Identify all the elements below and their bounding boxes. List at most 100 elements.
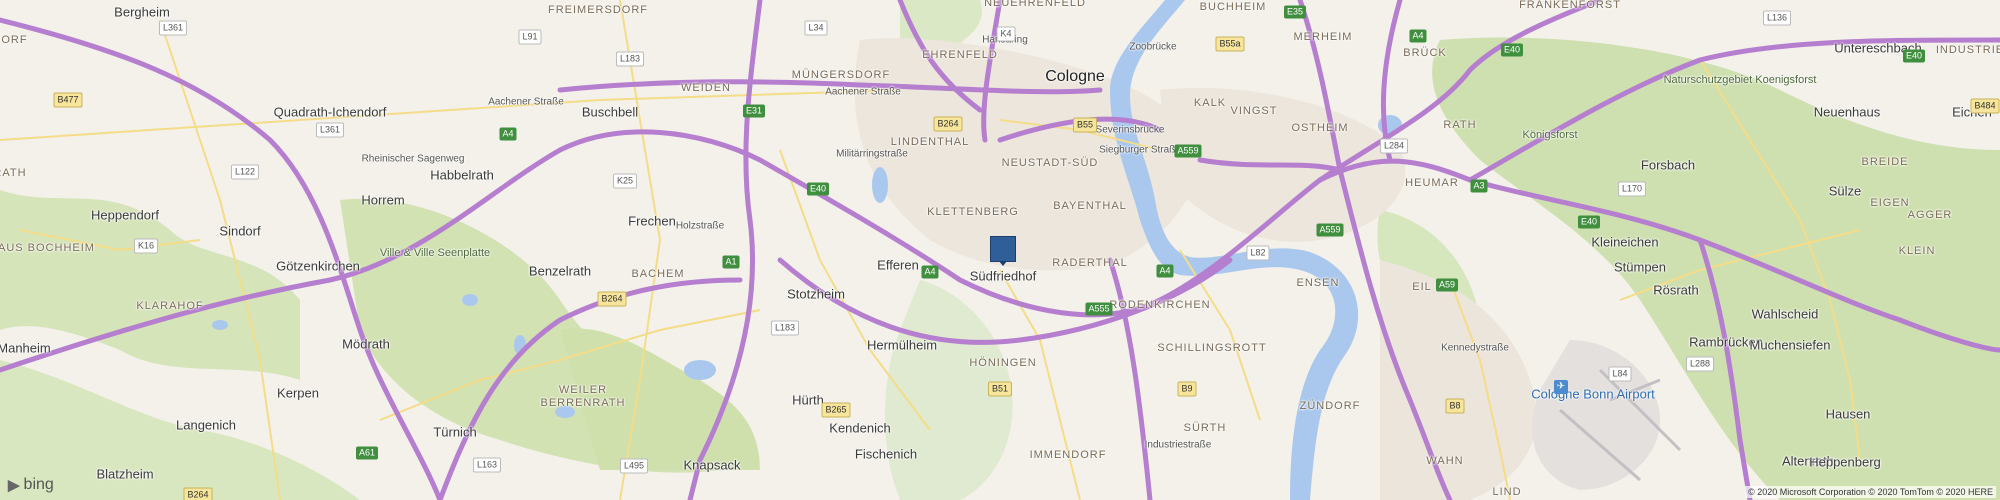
map-label-district: WEIDEN <box>681 82 731 94</box>
road-shield: L288 <box>1685 356 1715 372</box>
road-shield: L91 <box>518 29 542 45</box>
map-label-lbl: Mödrath <box>342 336 390 352</box>
map-label-lbl: Forsbach <box>1640 157 1696 173</box>
road-shield: K4 <box>996 26 1016 42</box>
road-shield: B51 <box>987 381 1013 397</box>
road-shield: A559 <box>1174 144 1202 158</box>
map-label-lbl: Hermülheim <box>866 337 938 353</box>
map-label-district: FREIMERSDORF <box>548 4 648 16</box>
road-shield: B9 <box>1177 381 1197 397</box>
road-shield: L82 <box>1246 245 1270 261</box>
map-label-lbl: Horrem <box>361 192 405 208</box>
road-shield: L284 <box>1379 138 1409 154</box>
map-label-district: BACHEM <box>631 268 685 280</box>
map-label-district: NEUSTADT-SÜD <box>1001 157 1099 169</box>
map-label-lbl: Kendenich <box>829 420 891 436</box>
map-label-lbl: Stümpen <box>1613 259 1667 275</box>
road-shield: A4 <box>1409 29 1427 43</box>
road-shield: B264 <box>933 116 963 132</box>
road-shield: B264 <box>183 487 213 500</box>
copyright-notice: © 2020 Microsoft Corporation © 2020 TomT… <box>1745 486 1996 498</box>
road-shield: K25 <box>612 173 638 189</box>
map-label-district: SÜRTH <box>1183 422 1227 434</box>
map-label-lbl: Hürth <box>792 392 824 408</box>
map-label-lbl: Rösrath <box>1653 282 1699 298</box>
map-label-district: AGGER <box>1907 209 1953 221</box>
map-label-district: KLEIN <box>1898 245 1936 257</box>
map-label-lbl: Cologne <box>1045 68 1105 85</box>
map-label-district: LIND <box>1492 486 1522 498</box>
map-label-lbl: Kleineichen <box>1591 234 1659 250</box>
road-shield: E40 <box>806 182 830 196</box>
road-shield: L361 <box>158 20 188 36</box>
map-label-district: MÜNGERSDORF <box>791 69 891 81</box>
map-label-street: Rheinischer Sagenweg <box>361 153 465 165</box>
road-shield: L34 <box>804 20 828 36</box>
road-shield: A555 <box>1085 302 1113 316</box>
road-shield: B264 <box>597 291 627 307</box>
map-label-lbl: Quadrath-Ichendorf <box>273 104 387 120</box>
bing-logo-text: bing <box>23 476 54 493</box>
map-label-district: DORF <box>0 34 28 46</box>
road-shield: L361 <box>315 122 345 138</box>
map-label-district: EHRENFELD <box>922 49 998 61</box>
map-label-street: Aachener Straße <box>488 96 564 108</box>
map-label-street: Siegburger Straße <box>1099 144 1181 156</box>
map-label-district: LINDENTHAL <box>890 136 970 148</box>
map-label-district: OSTHEIM <box>1291 122 1349 134</box>
map-label-street: Zoobrücke <box>1129 41 1177 53</box>
map-label-district: INDUSTRIE <box>1935 44 2000 56</box>
road-shield: A4 <box>1156 264 1174 278</box>
map-label-district: BRÜCK <box>1403 47 1447 59</box>
map-label-lbl: Sindorf <box>219 223 261 239</box>
map-label-district: VINGST <box>1230 105 1278 117</box>
location-pin-icon[interactable] <box>990 236 1016 266</box>
map-label-district: BUCHHEIM <box>1199 1 1267 13</box>
map-label-lbl: Wahlscheid <box>1751 306 1819 322</box>
map-label-lbl: Kerpen <box>277 385 319 401</box>
road-shield: A559 <box>1316 223 1344 237</box>
road-shield: E40 <box>1500 43 1524 57</box>
map-label-district: HEUMAR <box>1405 177 1459 189</box>
map-label-district: ZÜNDORF <box>1299 400 1361 412</box>
map-label-street: Industriestraße <box>1144 439 1212 451</box>
map-label-lbl: Efferen <box>877 257 919 273</box>
road-shield: A59 <box>1435 278 1459 292</box>
road-shield: B477 <box>53 92 83 108</box>
map-label-district: HAUS BOCHHEIM <box>0 242 95 254</box>
map-label-lbl: Langenich <box>176 417 236 433</box>
map-label-district: RADERTHAL <box>1052 257 1128 269</box>
map-label-lbl: Heppendorf <box>91 207 159 223</box>
road-shield: A3 <box>1470 179 1488 193</box>
map-label-lbl: Heppenberg <box>1809 454 1881 470</box>
map-label-lbl: Neuenhaus <box>1813 104 1881 120</box>
map-canvas[interactable]: Cologne Bergheim Quadrath-Ichendorf Buschbe… <box>0 0 2000 500</box>
map-label-district: KLARAHOF <box>136 300 204 312</box>
map-label-lbl: Sülze <box>1828 183 1862 199</box>
map-label-district: SCHILLINGSROTT <box>1157 342 1267 354</box>
map-label-park: Königsforst <box>1522 129 1578 141</box>
map-label-district: RODENKIRCHEN <box>1109 299 1211 311</box>
road-shield: A4 <box>921 265 939 279</box>
map-label-lbl: Muchensiefen <box>1749 337 1831 353</box>
map-label-park: Naturschutzgebiet Koenigsforst <box>1663 74 1817 86</box>
road-shield: E35 <box>1283 5 1307 19</box>
map-label-district: BERRENRATH <box>540 397 626 409</box>
map-label-street: Aachener Straße <box>825 86 901 98</box>
road-shield: L183 <box>770 320 800 336</box>
map-label-district: WAHN <box>1426 455 1464 467</box>
map-label-lbl: Habbelrath <box>430 167 494 183</box>
road-shield: L122 <box>230 164 260 180</box>
road-shield: L495 <box>619 458 649 474</box>
map-label-district: KLETTENBERG <box>927 206 1019 218</box>
map-label-district: MERHEIM <box>1293 31 1353 43</box>
road-shield: E40 <box>1902 49 1926 63</box>
road-shield: A1 <box>722 255 740 269</box>
map-label-district: IMMENDORF <box>1029 449 1107 461</box>
bing-logo[interactable]: ▶ bing <box>8 476 54 494</box>
road-shield: L136 <box>1762 10 1792 26</box>
map-label-lbl: Südfriedhof <box>969 268 1037 284</box>
map-label-district: BAYENTHAL <box>1053 200 1127 212</box>
road-shield: B55a <box>1215 36 1245 52</box>
map-label-district: FRANKENFORST <box>1519 0 1621 11</box>
